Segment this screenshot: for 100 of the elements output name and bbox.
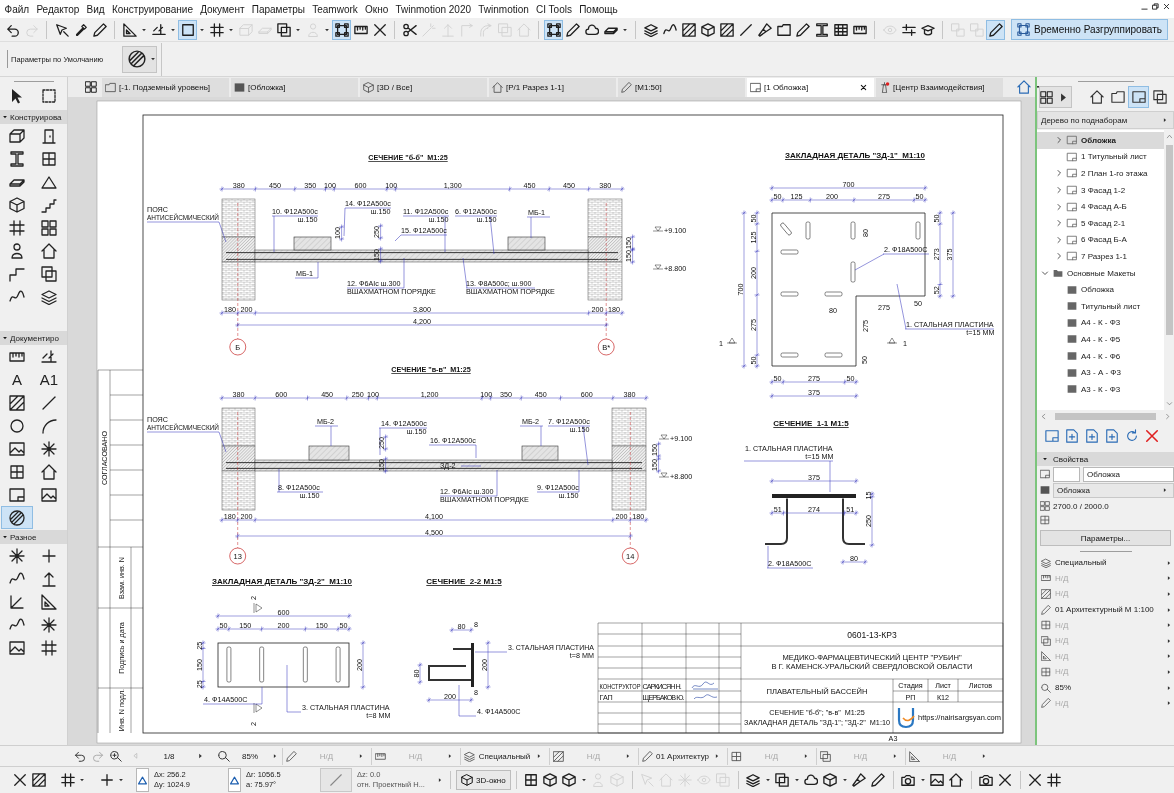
tree-item[interactable]: Обложка xyxy=(1037,281,1164,298)
sheet-fill-icon xyxy=(1066,301,1078,312)
caret-icon[interactable] xyxy=(764,777,771,783)
tree-item[interactable]: А3 - К - Ф3 xyxy=(1037,380,1164,398)
caret-icon[interactable] xyxy=(118,777,124,783)
close-icon[interactable] xyxy=(860,83,867,91)
plus-sheet-icon[interactable] xyxy=(1105,429,1119,443)
refresh-icon[interactable] xyxy=(1125,429,1139,443)
menu-item[interactable]: Редактор xyxy=(32,3,83,15)
menu-item[interactable]: Twinmotion xyxy=(474,3,533,15)
master-dropdown[interactable]: Обложка xyxy=(1053,482,1174,498)
view-tab[interactable]: [1 Обложка] xyxy=(747,77,874,97)
tree-item[interactable]: Обложка xyxy=(1037,132,1164,149)
caret-icon[interactable] xyxy=(841,777,848,783)
caret-icon[interactable] xyxy=(324,26,330,33)
plus-sheet-icon[interactable] xyxy=(1065,429,1079,443)
tool-button[interactable]: A1 xyxy=(33,368,65,391)
hatch-button[interactable] xyxy=(29,770,48,790)
scroll-thumb[interactable] xyxy=(1055,413,1156,420)
caret-icon[interactable] xyxy=(79,777,85,783)
zoom-in-icon[interactable] xyxy=(110,750,122,762)
property-row[interactable]: 01 Архитектурный М 1:100 xyxy=(1037,601,1174,618)
view-setting-dropdown[interactable]: 01 Архитектур xyxy=(638,747,725,765)
caret-icon[interactable] xyxy=(272,753,278,759)
view-tab[interactable]: [-1. Подземный уровень] xyxy=(102,77,229,97)
tree-item[interactable]: А4 - К - Ф5 xyxy=(1037,331,1164,348)
caret-icon[interactable] xyxy=(295,26,301,33)
3d-window-button[interactable]: 3D-окно xyxy=(456,770,511,790)
undo-icon[interactable] xyxy=(74,750,86,762)
property-row[interactable]: Специальный xyxy=(1037,555,1174,571)
scroll-thumb[interactable] xyxy=(1165,145,1173,335)
properties-header[interactable]: Свойства xyxy=(1037,452,1174,466)
caret-icon xyxy=(1166,668,1172,675)
navigator-view-button[interactable] xyxy=(1128,86,1149,108)
tree-item[interactable]: Титульный лист xyxy=(1037,297,1164,315)
tree-item[interactable]: 2 План 1-го этажа xyxy=(1037,165,1164,182)
menu-item[interactable]: Вид xyxy=(83,3,109,15)
caret-icon[interactable] xyxy=(141,26,147,33)
tree-item[interactable]: 7 Разрез 1-1 xyxy=(1037,248,1164,265)
tree-item[interactable]: 1 Титульный лист xyxy=(1037,148,1164,166)
sheet-icon[interactable] xyxy=(1045,429,1059,443)
vertical-scrollbar[interactable] xyxy=(1164,130,1174,410)
caret-icon[interactable] xyxy=(199,26,205,33)
tree-item[interactable]: 4 Фасад А-Б xyxy=(1037,198,1164,215)
ungroup-button[interactable]: Временно Разгруппировать xyxy=(1011,19,1168,40)
fill-settings-button[interactable] xyxy=(122,45,158,73)
view-mode-button[interactable] xyxy=(1039,86,1072,108)
caret-icon[interactable] xyxy=(437,777,443,783)
caret-icon[interactable] xyxy=(919,777,926,783)
toolbox-section-header[interactable]: Разное xyxy=(0,530,67,544)
view-tab[interactable]: [Центр Взаимодействия] xyxy=(876,77,1003,97)
view-setting-dropdown[interactable]: Специальный xyxy=(460,747,547,765)
menu-item[interactable]: CI Tools xyxy=(532,3,576,15)
caret-icon[interactable] xyxy=(580,777,587,783)
caret-icon[interactable] xyxy=(170,26,176,33)
caret-right-icon[interactable] xyxy=(197,752,204,760)
tree-item[interactable]: 3 Фасад 1-2 xyxy=(1037,181,1164,199)
menu-item[interactable]: Twinmotion 2020 xyxy=(391,3,475,15)
caret-icon[interactable] xyxy=(1035,84,1041,90)
close-icon[interactable] xyxy=(1163,3,1170,10)
caret-icon[interactable] xyxy=(793,777,800,783)
delta-toggle[interactable] xyxy=(228,768,241,792)
tree-item[interactable]: Основные Макеты xyxy=(1037,264,1164,282)
toolbox-section-header[interactable]: Документиро xyxy=(0,331,67,345)
tree-item[interactable]: А4 - К - Ф6 xyxy=(1037,347,1164,365)
plus-sheet-icon[interactable] xyxy=(1085,429,1099,443)
tree-item[interactable]: А3 - А - Ф3 xyxy=(1037,364,1164,381)
tree-mode-dropdown[interactable]: Дерево по поднаборам xyxy=(1037,111,1174,129)
view-tab[interactable]: [Р/1 Разрез 1-1] xyxy=(489,77,616,97)
tree-item[interactable]: А4 - К - Ф3 xyxy=(1037,314,1164,332)
toolbox-section-header[interactable]: Конструирова xyxy=(0,110,67,124)
delta-toggle[interactable] xyxy=(136,768,149,792)
tool-button[interactable] xyxy=(1,506,33,529)
tool-button[interactable]: A xyxy=(1,368,33,391)
property-row[interactable]: 85% xyxy=(1037,679,1174,696)
tree-item[interactable]: 5 Фасад 2-1 xyxy=(1037,214,1164,232)
slash-toggle[interactable] xyxy=(320,768,352,792)
parameters-button[interactable]: Параметры... xyxy=(1040,530,1171,546)
cross-icon[interactable] xyxy=(1145,429,1159,443)
view-tab[interactable]: [М1:50] xyxy=(618,77,745,97)
view-tab[interactable]: [3D / Все] xyxy=(360,77,487,97)
view-tab[interactable]: [Обложка] xyxy=(231,77,358,97)
house-icon[interactable] xyxy=(1017,80,1031,94)
zoom-level[interactable]: 85% xyxy=(230,751,270,761)
restore-icon[interactable] xyxy=(1152,3,1159,10)
zoom-icon[interactable] xyxy=(218,750,230,762)
input-field[interactable] xyxy=(1053,466,1080,482)
caret-icon[interactable] xyxy=(622,26,628,33)
menu-item[interactable]: Документ xyxy=(196,3,249,15)
menu-item[interactable]: Окно xyxy=(361,3,392,15)
tiles-icon[interactable] xyxy=(85,81,97,93)
menu-item[interactable]: Файл xyxy=(1,3,33,15)
caret-icon[interactable] xyxy=(228,26,234,33)
name-field[interactable]: Обложка xyxy=(1083,466,1174,482)
menu-item[interactable]: Teamwork xyxy=(308,3,362,15)
menu-item[interactable]: Конструирование xyxy=(108,3,197,15)
tree-item[interactable]: 6 Фасад Б-А xyxy=(1037,231,1164,249)
menu-item[interactable]: Помощь xyxy=(575,3,622,15)
menu-item[interactable]: Параметры xyxy=(248,3,309,15)
grid-button[interactable] xyxy=(58,770,77,790)
